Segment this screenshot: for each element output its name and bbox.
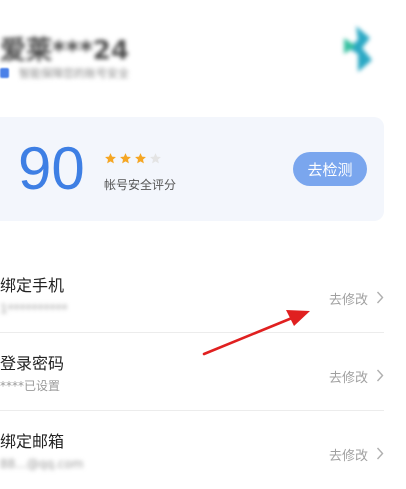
username: 爱莱***24 [0, 36, 129, 66]
edit-link[interactable]: 去修改 [329, 367, 368, 386]
item-value: 88...@qq.com [0, 457, 84, 471]
list-item-login-password[interactable]: 登录密码 ****已设置 去修改 [0, 333, 384, 411]
item-title: 绑定手机 [0, 276, 65, 295]
shield-badge-icon [0, 68, 9, 78]
item-title: 登录密码 [0, 354, 65, 373]
edit-link[interactable]: 去修改 [329, 289, 368, 308]
star-filled-icon [120, 153, 131, 164]
check-security-button[interactable]: 去检测 [293, 152, 367, 186]
item-title: 绑定邮箱 [0, 432, 65, 451]
chevron-right-icon [376, 369, 384, 382]
account-header: 爱莱***24 智能保障您的账号安全 [0, 0, 406, 105]
app-logo-icon [344, 26, 372, 72]
list-item-bind-email[interactable]: 绑定邮箱 88...@qq.com 去修改 [0, 411, 384, 489]
star-filled-icon [135, 153, 146, 164]
security-subtitle-row: 智能保障您的账号安全 [0, 66, 129, 80]
item-value: 1********** [0, 302, 68, 316]
edit-link[interactable]: 去修改 [329, 445, 368, 464]
security-subtitle: 智能保障您的账号安全 [19, 67, 129, 80]
score-stars [104, 152, 162, 165]
chevron-right-icon [376, 447, 384, 460]
item-value: ****已设置 [0, 379, 61, 393]
list-item-bind-phone[interactable]: 绑定手机 1********** 去修改 [0, 255, 384, 333]
star-empty-icon [150, 153, 161, 164]
score-label: 帐号安全评分 [104, 178, 177, 192]
star-filled-icon [105, 153, 116, 164]
security-score: 90 [18, 135, 85, 202]
chevron-right-icon [376, 291, 384, 304]
